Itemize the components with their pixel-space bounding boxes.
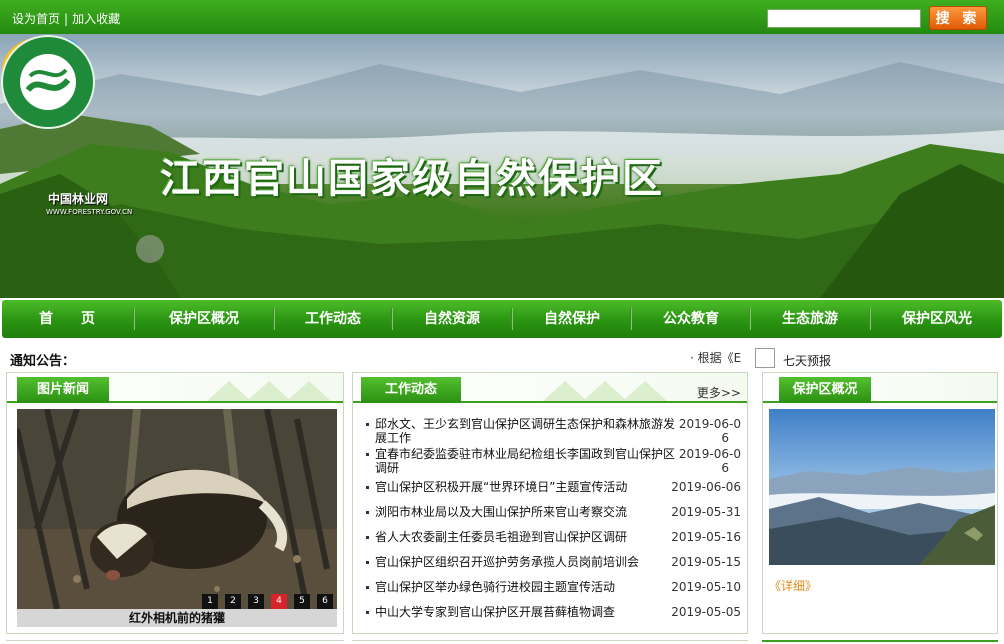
next-panel-edge [762, 640, 998, 644]
search-input[interactable] [767, 9, 921, 28]
pager-button-active[interactable]: 4 [271, 594, 287, 609]
overview-photo[interactable] [769, 409, 995, 565]
list-item[interactable]: 浏阳市林业局以及大围山保护所来官山考察交流 2019-05-31 [363, 505, 741, 521]
nav-divider [273, 308, 275, 330]
work-news-header: 工作动态 更多>> [353, 373, 747, 403]
list-item[interactable]: 省人大农委副主任委员毛祖逊到官山保护区调研 2019-05-16 [363, 530, 741, 546]
forestry-network-name: 中国林业网 [48, 192, 109, 206]
next-panel-edge [6, 640, 344, 644]
nav-divider [630, 308, 632, 330]
news-date: 2019-06-0 [678, 417, 741, 431]
list-item[interactable]: 邱水文、王少玄到官山保护区调研生态保护和森林旅游发 展工作 2019-06-0 … [363, 417, 741, 445]
news-title[interactable]: 官山保护区积极开展“世界环境日”主题宣传活动 [375, 480, 627, 494]
weather-forecast-frame[interactable] [755, 348, 775, 368]
nav-item-eco-tourism[interactable]: 生态旅游 [752, 300, 868, 338]
nav-divider [133, 308, 135, 330]
next-panel-edge [352, 640, 748, 644]
news-title[interactable]: 邱水文、王少玄到官山保护区调研生态保护和森林旅游发 [375, 417, 675, 431]
bullet [366, 511, 369, 514]
photo-news-panel: 图片新闻 1 2 3 4 5 6 红外相机前的猪獾 [6, 372, 344, 634]
nav-item-work-news[interactable]: 工作动态 [276, 300, 390, 338]
bullet [366, 423, 369, 426]
main-nav: 首 页 保护区概况 工作动态 自然资源 自然保护 公众教育 生态旅游 保护区风光 [2, 300, 1002, 338]
header-banner: 中国林业网 WWW.FORESTRY.GOV.CN 江西官山国家级自然保护区 [0, 34, 1004, 298]
news-date: 2019-05-31 [671, 505, 741, 519]
site-title: 江西官山国家级自然保护区 [160, 155, 664, 202]
nav-item-natural-resources[interactable]: 自然资源 [394, 300, 510, 338]
notice-ticker[interactable]: · 根据《E [690, 349, 744, 366]
nav-divider [749, 308, 751, 330]
pager-button[interactable]: 5 [294, 594, 310, 609]
news-title[interactable]: 浏阳市林业局以及大围山保护所来官山考察交流 [375, 505, 627, 519]
bullet [366, 561, 369, 564]
news-date: 2019-06-0 [678, 447, 741, 461]
nature-reserve-emblem-icon [1, 35, 95, 129]
mountain-view-photo [769, 409, 995, 565]
news-date-continued: 6 [721, 461, 729, 475]
nav-item-home[interactable]: 首 页 [2, 300, 132, 338]
news-date: 2019-05-16 [671, 530, 741, 544]
overview-header: 保护区概况 [763, 373, 997, 403]
tab-photo-news[interactable]: 图片新闻 [17, 377, 109, 403]
list-item[interactable]: 官山保护区组织召开巡护劳务承揽人员岗前培训会 2019-05-15 [363, 555, 741, 571]
news-date: 2019-05-05 [671, 605, 741, 619]
link-separator: | [64, 12, 69, 26]
bullet [366, 486, 369, 489]
news-title[interactable]: 官山保护区组织召开巡护劳务承揽人员岗前培训会 [375, 555, 639, 569]
list-item[interactable]: 中山大学专家到官山保护区开展苔藓植物调查 2019-05-05 [363, 605, 741, 621]
more-link[interactable]: 更多>> [697, 384, 741, 401]
forestry-network-url: WWW.FORESTRY.GOV.CN [46, 208, 133, 216]
news-title-continued[interactable]: 调研 [375, 461, 399, 475]
nav-item-scenery[interactable]: 保护区风光 [872, 300, 1002, 338]
nav-divider [391, 308, 393, 330]
tab-overview[interactable]: 保护区概况 [779, 377, 871, 403]
nav-item-public-education[interactable]: 公众教育 [633, 300, 749, 338]
weather-forecast-label: 七天预报 [783, 354, 832, 368]
news-date: 2019-06-06 [671, 480, 741, 494]
detail-link[interactable]: 《详细》 [769, 577, 817, 594]
news-title[interactable]: 官山保护区举办绿色骑行进校园主题宣传活动 [375, 580, 615, 594]
news-title[interactable]: 中山大学专家到官山保护区开展苔藓植物调查 [375, 605, 615, 619]
news-date: 2019-05-10 [671, 580, 741, 594]
notice-label: 通知公告： [10, 354, 76, 369]
list-item[interactable]: 宜春市纪委监委驻市林业局纪检组长李国政到官山保护区 调研 2019-06-0 6 [363, 447, 741, 475]
nav-divider [869, 308, 871, 330]
bullet [366, 586, 369, 589]
news-title[interactable]: 宜春市纪委监委驻市林业局纪检组长李国政到官山保护区 [375, 447, 675, 461]
header-decoration [543, 381, 667, 401]
nav-item-nature-protection[interactable]: 自然保护 [514, 300, 630, 338]
tab-work-news[interactable]: 工作动态 [361, 377, 461, 403]
search-button[interactable]: 搜 索 [929, 6, 987, 30]
photo-caption[interactable]: 红外相机前的猪獾 [17, 609, 337, 627]
add-favorite-link[interactable]: 加入收藏 [72, 12, 120, 26]
nav-item-overview[interactable]: 保护区概况 [136, 300, 272, 338]
overview-panel: 保护区概况 《详细》 [762, 372, 998, 634]
top-bar: 设为首页 | 加入收藏 搜 索 [0, 0, 1004, 34]
news-date-continued: 6 [721, 431, 729, 445]
list-item[interactable]: 官山保护区积极开展“世界环境日”主题宣传活动 2019-06-06 [363, 480, 741, 496]
pager-button[interactable]: 1 [202, 594, 218, 609]
bullet [366, 453, 369, 456]
photo-news-header: 图片新闻 [7, 373, 343, 403]
pager-button[interactable]: 2 [225, 594, 241, 609]
hog-badger-photo [17, 409, 337, 609]
bullet [366, 611, 369, 614]
top-links: 设为首页 | 加入收藏 [12, 10, 120, 27]
bullet [366, 536, 369, 539]
work-news-panel: 工作动态 更多>> 邱水文、王少玄到官山保护区调研生态保护和森林旅游发 展工作 … [352, 372, 748, 634]
pager-button[interactable]: 3 [248, 594, 264, 609]
news-photo[interactable] [17, 409, 337, 609]
news-date: 2019-05-15 [671, 555, 741, 569]
news-title-continued[interactable]: 展工作 [375, 431, 411, 445]
set-home-link[interactable]: 设为首页 [12, 12, 60, 26]
pager-button[interactable]: 6 [317, 594, 333, 609]
header-decoration [207, 381, 331, 401]
nav-divider [511, 308, 513, 330]
news-title[interactable]: 省人大农委副主任委员毛祖逊到官山保护区调研 [375, 530, 627, 544]
list-item[interactable]: 官山保护区举办绿色骑行进校园主题宣传活动 2019-05-10 [363, 580, 741, 596]
